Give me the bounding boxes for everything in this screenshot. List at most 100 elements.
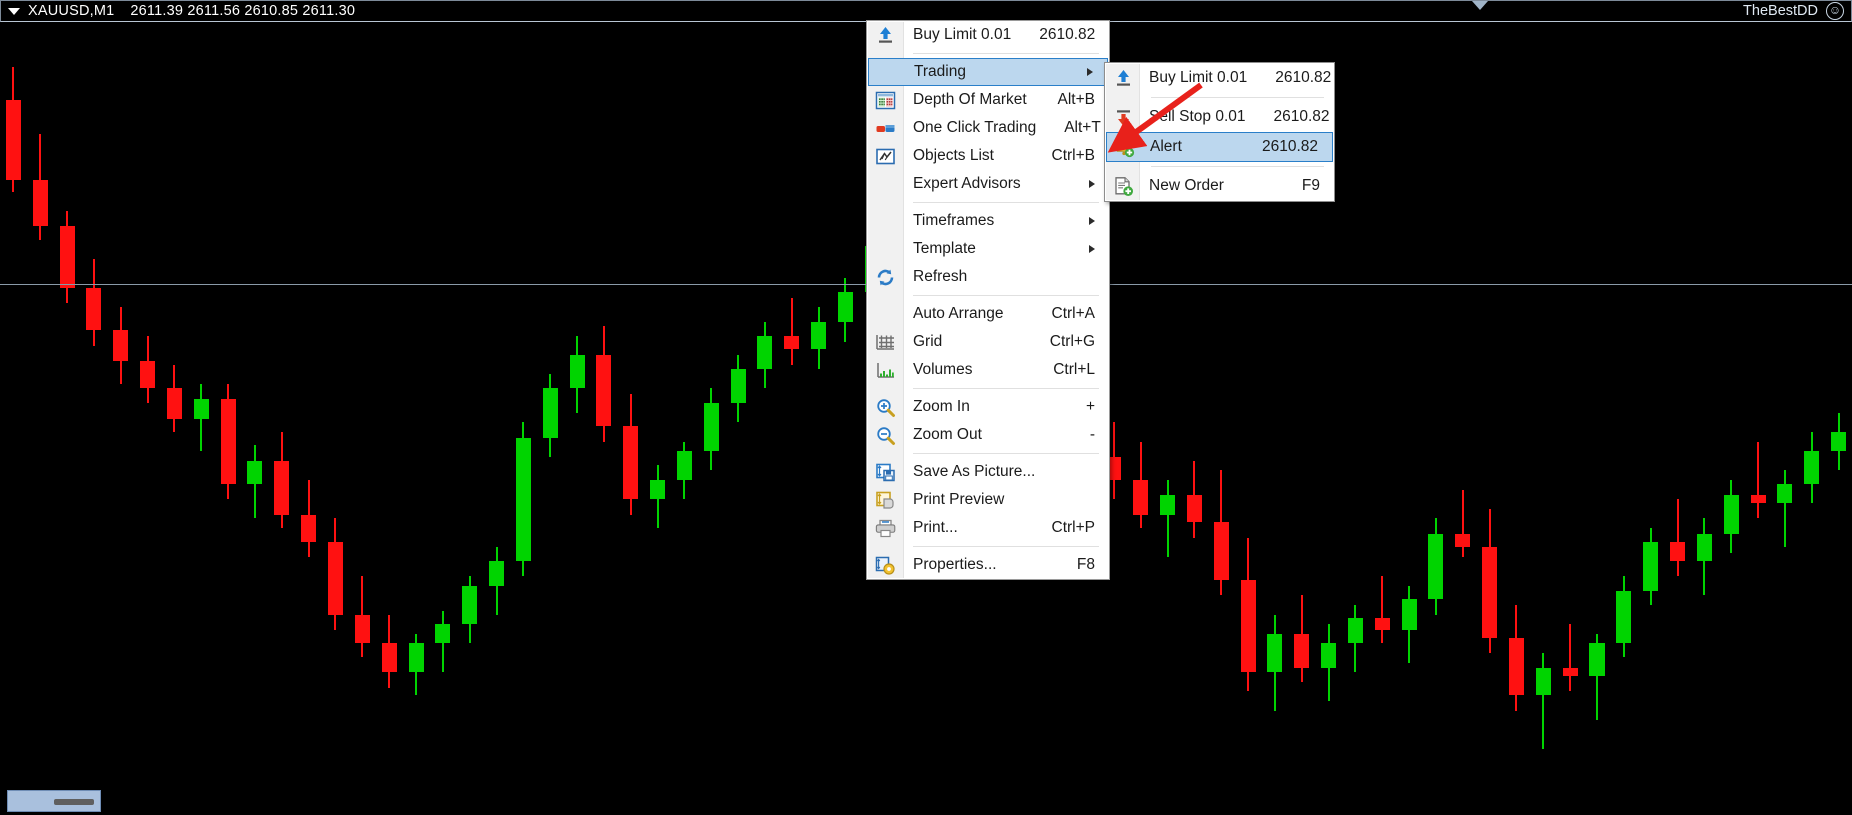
candlestick	[247, 445, 263, 519]
candlestick	[1428, 518, 1444, 615]
menu-item-value: 2610.82	[1039, 26, 1096, 43]
candlestick	[1160, 480, 1176, 557]
chevron-right-icon	[1087, 68, 1093, 76]
menu-item-grid[interactable]: Grid Ctrl+G	[867, 328, 1109, 356]
candlestick	[1696, 518, 1712, 596]
chevron-right-icon	[1089, 217, 1095, 225]
menu-item-shortcut: Ctrl+G	[1049, 333, 1095, 350]
taskbar-button[interactable]	[7, 790, 101, 812]
menu-item-shortcut: F8	[1076, 556, 1095, 573]
candlestick	[1401, 585, 1417, 663]
buy-arrow-up-icon	[1117, 70, 1130, 86]
menu-separator	[1151, 97, 1324, 98]
candlestick	[166, 364, 182, 432]
submenu-item-buy-limit-0-01[interactable]: Buy Limit 0.01 2610.82	[1105, 63, 1334, 93]
menu-item-shortcut: Alt+B	[1057, 91, 1095, 108]
zoom-out-icon	[877, 427, 895, 445]
menu-item-properties[interactable]: Properties... F8	[867, 551, 1109, 579]
print-preview-icon	[876, 491, 894, 509]
menu-item-label: Objects List	[913, 147, 994, 164]
candlestick	[1670, 499, 1686, 577]
menu-item-buy-limit-0-01[interactable]: Buy Limit 0.01 2610.82	[867, 21, 1109, 49]
menu-item-label: Print...	[913, 519, 958, 536]
menu-separator	[913, 202, 1099, 203]
grid-icon	[876, 335, 894, 350]
candlestick	[757, 322, 773, 388]
candlestick	[489, 547, 505, 615]
chevron-right-icon	[1089, 180, 1095, 188]
menu-item-shortcut: Alt+T	[1064, 119, 1101, 136]
menu-separator	[913, 388, 1099, 389]
candlestick	[301, 480, 317, 557]
menu-separator	[913, 453, 1099, 454]
menu-item-timeframes[interactable]: Timeframes	[867, 207, 1109, 235]
zoom-in-icon	[877, 399, 895, 417]
depth-of-market-icon	[875, 91, 896, 110]
candlestick	[1831, 412, 1847, 471]
menu-item-value: 2610.82	[1273, 108, 1330, 125]
menu-item-label: Sell Stop 0.01	[1149, 108, 1246, 125]
menu-item-zoom-out[interactable]: Zoom Out -	[867, 421, 1109, 449]
menu-item-shortcut: Ctrl+A	[1051, 305, 1096, 322]
menu-item-label: One Click Trading	[913, 119, 1037, 136]
menu-item-trading[interactable]: Trading	[868, 58, 1108, 86]
candlestick	[1347, 604, 1363, 673]
submenu-item-alert[interactable]: Alert 2610.82	[1106, 132, 1333, 162]
chart-info-bar: XAUUSD,M1 2611.39 2611.56 2610.85 2611.30…	[0, 0, 1852, 22]
candlestick	[86, 259, 102, 346]
volumes-icon	[877, 363, 894, 378]
menu-separator	[913, 53, 1099, 54]
chart-context-menu[interactable]: Buy Limit 0.01 2610.82 Trading Depth Of Mar…	[866, 20, 1110, 580]
menu-item-print[interactable]: Print... Ctrl+P	[867, 514, 1109, 542]
candlestick	[784, 297, 800, 365]
account-name-label: TheBestDD	[1743, 3, 1818, 19]
candlestick	[140, 335, 156, 404]
menu-item-label: Alert	[1150, 138, 1182, 155]
menu-item-objects-list[interactable]: Objects List Ctrl+B	[867, 142, 1109, 170]
menu-item-label: Timeframes	[913, 212, 995, 229]
smiley-face-icon[interactable]: ☺	[1826, 2, 1844, 20]
menu-item-print-preview[interactable]: Print Preview	[867, 486, 1109, 514]
candlestick	[1562, 624, 1578, 692]
menu-item-one-click-trading[interactable]: One Click Trading Alt+T	[867, 114, 1109, 142]
menu-item-refresh[interactable]: Refresh	[867, 263, 1109, 291]
submenu-item-sell-stop-0-01[interactable]: Sell Stop 0.01 2610.82	[1105, 102, 1334, 132]
submenu-item-new-order[interactable]: New Order F9	[1105, 171, 1334, 201]
save-as-picture-icon	[876, 463, 895, 482]
menu-item-label: Volumes	[913, 361, 973, 378]
candlestick	[837, 278, 853, 342]
triangle-down-icon[interactable]	[8, 7, 20, 15]
candlestick	[676, 441, 692, 500]
metatrader-chart-window: XAUUSD,M1 2611.39 2611.56 2610.85 2611.30…	[0, 0, 1852, 815]
trading-submenu[interactable]: Buy Limit 0.01 2610.82 Sell Stop 0.01 2610.…	[1104, 62, 1335, 202]
buy-arrow-up-icon	[879, 27, 892, 43]
candlestick	[1508, 604, 1524, 711]
candlestick	[1267, 614, 1283, 711]
menu-item-label: Save As Picture...	[913, 463, 1036, 480]
menu-separator	[913, 295, 1099, 296]
menu-item-depth-of-market[interactable]: Depth Of Market Alt+B	[867, 86, 1109, 114]
candlestick	[1186, 460, 1202, 538]
menu-item-label: Properties...	[913, 556, 997, 573]
candlestick	[515, 422, 531, 577]
candlestick	[650, 464, 666, 529]
menu-item-template[interactable]: Template	[867, 235, 1109, 263]
menu-item-label: Template	[913, 240, 976, 257]
menu-item-expert-advisors[interactable]: Expert Advisors	[867, 170, 1109, 198]
candlestick	[1240, 537, 1256, 692]
menu-item-auto-arrange[interactable]: Auto Arrange Ctrl+A	[867, 300, 1109, 328]
menu-item-zoom-in[interactable]: Zoom In +	[867, 393, 1109, 421]
menu-item-label: Trading	[914, 63, 966, 80]
candlestick	[1643, 528, 1659, 605]
sell-arrow-down-icon	[1117, 110, 1130, 126]
one-click-trading-icon	[876, 125, 895, 132]
chevron-down-icon[interactable]	[1472, 1, 1488, 10]
candlestick	[569, 335, 585, 413]
menu-item-shortcut: F9	[1301, 177, 1320, 194]
candlestick	[1750, 441, 1766, 519]
menu-item-volumes[interactable]: Volumes Ctrl+L	[867, 356, 1109, 384]
candlestick	[1133, 441, 1149, 529]
menu-item-label: Refresh	[913, 268, 968, 285]
candlestick	[354, 576, 370, 657]
menu-item-save-as-picture[interactable]: Save As Picture...	[867, 458, 1109, 486]
